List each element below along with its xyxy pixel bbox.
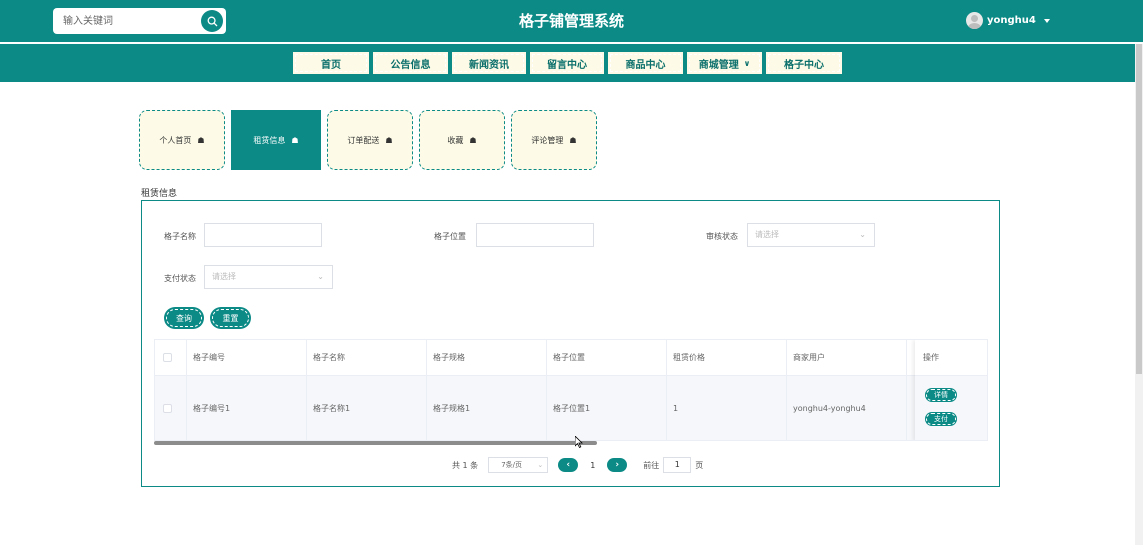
chevron-right-icon: › <box>615 460 620 470</box>
nav-item[interactable]: 商城管理 ∨ <box>686 51 763 75</box>
tab-item[interactable]: 租赁信息 ☗ <box>231 110 321 170</box>
column-header: 格子位置 <box>547 340 667 375</box>
avatar <box>966 12 983 29</box>
prev-page-button[interactable]: ‹ <box>558 458 579 472</box>
chevron-down-icon: ⌄ <box>537 461 544 469</box>
column-header: 商家用户 <box>787 340 907 375</box>
select-all-checkbox[interactable] <box>155 340 187 375</box>
detail-button[interactable]: 详情 <box>925 388 957 402</box>
tab-item[interactable]: 收藏 ☗ <box>419 110 505 170</box>
nav-item[interactable]: 公告信息 <box>372 51 449 75</box>
review-status-label: 审核状态 <box>706 232 738 241</box>
top-header: 格子铺管理系统 yonghu4 <box>0 0 1143 42</box>
query-button[interactable]: 查询 <box>164 307 204 329</box>
table-cell: 格子位置1 <box>547 376 667 440</box>
goto-page-input[interactable]: 1 <box>663 457 692 473</box>
main-nav-bar: 首页 公告信息 新闻资讯 留言中心 商品中心 商城管理 ∨ 格子中心 <box>0 44 1135 82</box>
pay-button[interactable]: 支付 <box>925 412 957 426</box>
tab-label: 收藏 <box>447 135 464 145</box>
mouse-cursor-icon <box>575 436 583 448</box>
tab-label: 评论管理 <box>531 135 564 145</box>
main-nav: 首页 公告信息 新闻资讯 留言中心 商品中心 商城管理 ∨ 格子中心 <box>292 51 845 75</box>
section-title: 租赁信息 <box>141 189 178 199</box>
operation-column: 操作 详情 支付 <box>915 340 987 440</box>
rental-table: 格子编号 格子名称 格子规格 格子位置 租赁价格 商家用户 格子编号1 格子名称1 格子规格1… <box>154 339 988 441</box>
nav-item-label: 公告信息 <box>390 59 431 71</box>
next-page-button[interactable]: › <box>607 458 628 472</box>
vertical-scrollbar[interactable] <box>1135 44 1143 545</box>
table-row: 格子编号1 格子名称1 格子规格1 格子位置1 1 yonghu4-yonghu4 <box>155 376 987 440</box>
table-header: 格子编号 格子名称 格子规格 格子位置 租赁价格 商家用户 <box>155 340 987 376</box>
column-header: 格子规格 <box>427 340 547 375</box>
nav-item-label: 格子中心 <box>784 59 824 71</box>
pay-status-select[interactable]: 请选择 ⌄ <box>204 265 333 289</box>
nav-item[interactable]: 新闻资讯 <box>451 51 527 75</box>
nav-item-label: 首页 <box>321 59 341 71</box>
table-cell: 1 <box>667 376 787 440</box>
column-header: 格子编号 <box>187 340 307 375</box>
tab-label: 租赁信息 <box>253 135 286 145</box>
tab-label: 个人首页 <box>159 135 192 145</box>
chevron-down-icon: ⌄ <box>317 272 324 281</box>
column-header: 格子名称 <box>307 340 427 375</box>
goto-label: 前往 <box>643 460 660 470</box>
tab-item[interactable]: 评论管理 ☗ <box>511 110 597 170</box>
tab-label: 订单配送 <box>347 135 380 145</box>
table-cell: yonghu4-yonghu4 <box>787 376 907 440</box>
total-count: 共 1 条 <box>452 460 479 470</box>
nav-item[interactable]: 格子中心 <box>765 51 843 75</box>
home-icon: ☗ <box>569 135 577 145</box>
page-size-select[interactable]: 7条/页 ⌄ <box>488 457 549 473</box>
nav-item[interactable]: 留言中心 <box>529 51 605 75</box>
pay-status-label: 支付状态 <box>164 274 196 283</box>
column-header: 租赁价格 <box>667 340 787 375</box>
pagination: 共 1 条 7条/页 ⌄ ‹ 1 › 前往 1 页 <box>452 457 703 473</box>
tab-item[interactable]: 个人首页 ☗ <box>139 110 225 170</box>
horizontal-scrollbar[interactable] <box>154 441 597 445</box>
tab-item[interactable]: 订单配送 ☗ <box>327 110 413 170</box>
username: yonghu4 <box>987 15 1036 26</box>
nav-item[interactable]: 商品中心 <box>607 51 684 75</box>
chevron-down-icon: ∨ <box>743 58 751 68</box>
grid-position-input[interactable] <box>476 223 594 247</box>
review-status-select[interactable]: 请选择 ⌄ <box>747 223 875 247</box>
nav-item-label: 新闻资讯 <box>469 59 509 71</box>
home-icon: ☗ <box>197 135 205 145</box>
nav-item[interactable]: 首页 <box>292 51 370 75</box>
nav-item-label: 留言中心 <box>547 59 587 71</box>
home-icon: ☗ <box>291 135 299 145</box>
table-cell: 格子名称1 <box>307 376 427 440</box>
rental-panel: 格子名称 格子位置 审核状态 请选择 ⌄ 支付状态 请选择 ⌄ 查询 重置 格子… <box>141 200 1000 487</box>
caret-down-icon <box>1043 18 1050 23</box>
op-header: 操作 <box>915 340 987 376</box>
row-checkbox[interactable] <box>163 353 172 362</box>
grid-name-input[interactable] <box>204 223 322 247</box>
chevron-left-icon: ‹ <box>566 460 571 470</box>
home-icon: ☗ <box>469 135 477 145</box>
grid-position-label: 格子位置 <box>434 232 466 241</box>
nav-item-label: 商城管理 <box>698 59 739 71</box>
row-select-cell[interactable] <box>155 376 187 440</box>
nav-item-label: 商品中心 <box>625 59 666 71</box>
page-unit-label: 页 <box>695 460 704 470</box>
grid-name-label: 格子名称 <box>164 232 196 241</box>
table-cell: 格子编号1 <box>187 376 307 440</box>
center-tabs: 个人首页 ☗ 租赁信息 ☗ 订单配送 ☗ 收藏 ☗ 评论管理 ☗ <box>139 110 603 170</box>
user-menu[interactable]: yonghu4 <box>966 12 1050 29</box>
home-icon: ☗ <box>385 135 393 145</box>
reset-button[interactable]: 重置 <box>210 307 251 329</box>
row-checkbox[interactable] <box>163 403 172 413</box>
current-page[interactable]: 1 <box>590 461 595 470</box>
table-cell: 格子规格1 <box>427 376 547 440</box>
chevron-down-icon: ⌄ <box>859 230 866 239</box>
